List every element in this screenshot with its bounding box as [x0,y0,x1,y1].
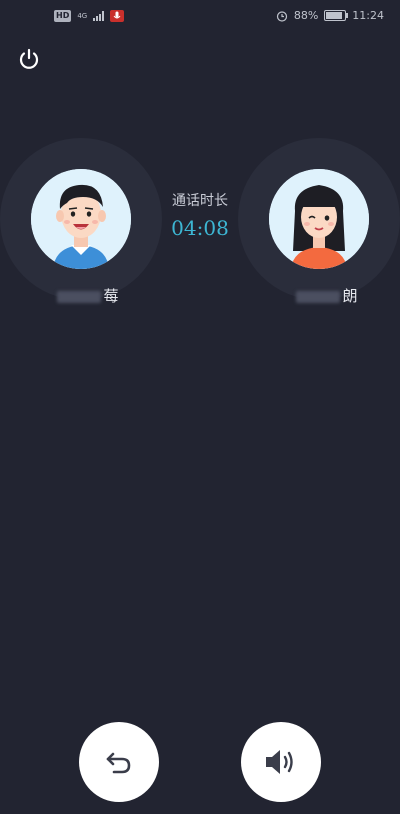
left-avatar-ring [0,138,162,300]
clock: 11:24 [352,9,384,22]
status-right: 88% 11:24 [276,9,384,22]
speaker-button[interactable] [241,722,321,802]
speaker-icon [266,750,293,774]
power-button[interactable] [15,45,43,73]
undo-button[interactable] [79,722,159,802]
redacted-name [296,290,341,303]
right-avatar-ring [238,138,400,300]
battery-icon [324,10,349,21]
status-bar: HD 4G 88% 11:24 [0,0,400,34]
right-user-name: 朗 [267,285,387,306]
female-avatar [269,169,369,269]
network-type: 4G [77,12,88,20]
power-icon [19,48,39,69]
redacted-name [57,290,102,303]
microphone-icon [110,10,125,22]
status-left: HD 4G [54,10,125,22]
left-user-name: 莓 [28,285,148,306]
battery-percent: 88% [293,9,319,22]
male-avatar [31,169,131,269]
hd-badge: HD [54,10,72,22]
signal-icon [93,11,105,21]
alarm-icon [276,10,287,22]
undo-icon [106,752,131,774]
